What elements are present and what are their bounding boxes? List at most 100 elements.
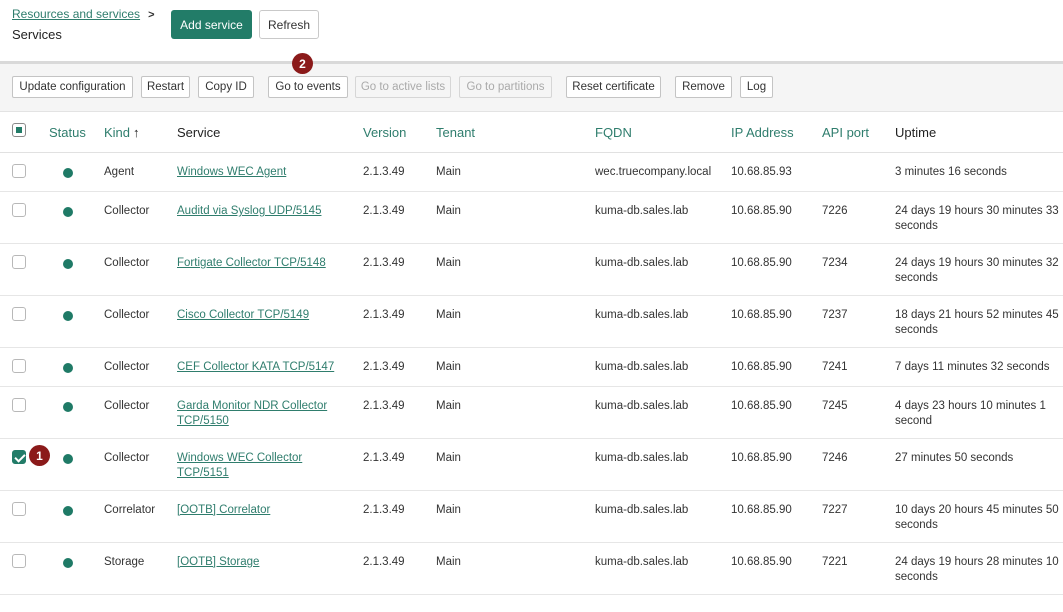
column-header-version[interactable]: Version <box>363 125 406 140</box>
column-header-kind-label: Kind <box>104 125 131 140</box>
log-button[interactable]: Log <box>740 76 773 98</box>
go-to-partitions-button[interactable]: Go to partitions <box>459 76 552 98</box>
column-header-tenant[interactable]: Tenant <box>436 125 475 140</box>
column-header-ip[interactable]: IP Address <box>731 125 794 140</box>
column-header-fqdn[interactable]: FQDN <box>595 125 632 140</box>
tenant-cell: Main <box>436 504 461 516</box>
row-checkbox[interactable] <box>12 255 26 269</box>
row-checkbox[interactable] <box>12 502 26 516</box>
service-link[interactable]: [OOTB] Correlator <box>177 503 347 518</box>
uptime-cell: 10 days 20 hours 45 minutes 50 seconds <box>895 504 1059 531</box>
restart-button[interactable]: Restart <box>141 76 190 98</box>
fqdn-cell: kuma-db.sales.lab <box>595 257 689 269</box>
row-checkbox[interactable] <box>12 164 26 178</box>
row-checkbox[interactable] <box>12 450 26 464</box>
add-service-button[interactable]: Add service <box>171 10 252 39</box>
uptime-cell: 24 days 19 hours 28 minutes 10 seconds <box>895 556 1059 583</box>
column-header-uptime[interactable]: Uptime <box>895 125 936 140</box>
table-row[interactable]: Collector Auditd via Syslog UDP/5145 2.1.3… <box>0 192 1063 244</box>
ip-cell: 10.68.85.90 <box>731 361 792 373</box>
ip-cell: 10.68.85.93 <box>731 166 792 178</box>
service-link[interactable]: Fortigate Collector TCP/5148 <box>177 256 347 271</box>
ip-cell: 10.68.85.90 <box>731 400 792 412</box>
column-header-status[interactable]: Status <box>49 125 86 140</box>
reset-certificate-button[interactable]: Reset certificate <box>566 76 661 98</box>
go-to-active-lists-button[interactable]: Go to active lists <box>355 76 451 98</box>
tenant-cell: Main <box>436 361 461 373</box>
breadcrumb-link-resources[interactable]: Resources and services <box>12 7 140 21</box>
status-dot-icon <box>63 454 73 464</box>
column-header-service[interactable]: Service <box>177 125 220 140</box>
api-port-cell: 7246 <box>822 452 848 464</box>
kind-cell: Collector <box>104 205 150 217</box>
go-to-events-button[interactable]: Go to events <box>268 76 348 98</box>
remove-button[interactable]: Remove <box>675 76 732 98</box>
table-body: Agent Windows WEC Agent 2.1.3.49 Main wec.tr… <box>0 153 1063 595</box>
callout-marker-1: 1 <box>29 445 50 466</box>
row-checkbox[interactable] <box>12 307 26 321</box>
tenant-cell: Main <box>436 205 461 217</box>
update-configuration-button[interactable]: Update configuration <box>12 76 133 98</box>
service-link[interactable]: Garda Monitor NDR Collector TCP/5150 <box>177 399 347 428</box>
version-cell: 2.1.3.49 <box>363 257 405 269</box>
tenant-cell: Main <box>436 556 461 568</box>
status-dot-icon <box>63 207 73 217</box>
table-row[interactable]: Agent Windows WEC Agent 2.1.3.49 Main wec.tr… <box>0 153 1063 192</box>
service-link[interactable]: CEF Collector KATA TCP/5147 <box>177 360 347 375</box>
actions-toolbar: Update configuration Restart Copy ID Go … <box>0 64 1063 112</box>
breadcrumb: Resources and services > <box>12 7 155 21</box>
version-cell: 2.1.3.49 <box>363 452 405 464</box>
uptime-cell: 4 days 23 hours 10 minutes 1 second <box>895 400 1046 427</box>
ip-cell: 10.68.85.90 <box>731 452 792 464</box>
table-row[interactable]: Storage [OOTB] Storage 2.1.3.49 Main kuma-db… <box>0 543 1063 595</box>
status-dot-icon <box>63 311 73 321</box>
service-link[interactable]: Windows WEC Collector TCP/5151 <box>177 451 347 480</box>
service-link[interactable]: [OOTB] Storage <box>177 555 347 570</box>
service-link[interactable]: Windows WEC Agent <box>177 165 347 180</box>
kind-cell: Agent <box>104 166 135 178</box>
select-all-checkbox[interactable] <box>12 123 26 137</box>
uptime-cell: 18 days 21 hours 52 minutes 45 seconds <box>895 309 1059 336</box>
fqdn-cell: wec.truecompany.local <box>595 166 712 178</box>
tenant-cell: Main <box>436 400 461 412</box>
copy-id-button[interactable]: Copy ID <box>198 76 254 98</box>
ip-cell: 10.68.85.90 <box>731 504 792 516</box>
callout-marker-2: 2 <box>292 53 313 74</box>
table-row[interactable]: Collector Cisco Collector TCP/5149 2.1.3.4… <box>0 296 1063 348</box>
column-header-api-port[interactable]: API port <box>822 125 869 140</box>
column-header-kind[interactable]: Kind ↑ <box>104 125 140 140</box>
service-link[interactable]: Cisco Collector TCP/5149 <box>177 308 347 323</box>
tenant-cell: Main <box>436 166 461 178</box>
fqdn-cell: kuma-db.sales.lab <box>595 309 689 321</box>
api-port-cell: 7221 <box>822 556 848 568</box>
version-cell: 2.1.3.49 <box>363 504 405 516</box>
fqdn-cell: kuma-db.sales.lab <box>595 361 689 373</box>
page-title: Services <box>12 27 62 42</box>
row-checkbox[interactable] <box>12 398 26 412</box>
status-dot-icon <box>63 402 73 412</box>
fqdn-cell: kuma-db.sales.lab <box>595 504 689 516</box>
version-cell: 2.1.3.49 <box>363 361 405 373</box>
table-row[interactable]: Collector Garda Monitor NDR Collector TCP… <box>0 387 1063 439</box>
uptime-cell: 24 days 19 hours 30 minutes 32 seconds <box>895 257 1059 284</box>
refresh-button[interactable]: Refresh <box>259 10 319 39</box>
ip-cell: 10.68.85.90 <box>731 205 792 217</box>
fqdn-cell: kuma-db.sales.lab <box>595 452 689 464</box>
uptime-cell: 3 minutes 16 seconds <box>895 166 1007 178</box>
kind-cell: Collector <box>104 400 150 412</box>
status-dot-icon <box>63 259 73 269</box>
table-row[interactable]: Collector Windows WEC Collector TCP/5151 2… <box>0 439 1063 491</box>
version-cell: 2.1.3.49 <box>363 556 405 568</box>
sort-ascending-icon: ↑ <box>133 125 140 140</box>
row-checkbox[interactable] <box>12 359 26 373</box>
kind-cell: Collector <box>104 309 150 321</box>
row-checkbox[interactable] <box>12 203 26 217</box>
table-row[interactable]: Correlator [OOTB] Correlator 2.1.3.49 Main k… <box>0 491 1063 543</box>
table-row[interactable]: Collector CEF Collector KATA TCP/5147 2.1.… <box>0 348 1063 387</box>
service-link[interactable]: Auditd via Syslog UDP/5145 <box>177 204 347 219</box>
status-dot-icon <box>63 558 73 568</box>
row-checkbox[interactable] <box>12 554 26 568</box>
uptime-cell: 7 days 11 minutes 32 seconds <box>895 361 1050 373</box>
table-row[interactable]: Collector Fortigate Collector TCP/5148 2.1… <box>0 244 1063 296</box>
ip-cell: 10.68.85.90 <box>731 257 792 269</box>
